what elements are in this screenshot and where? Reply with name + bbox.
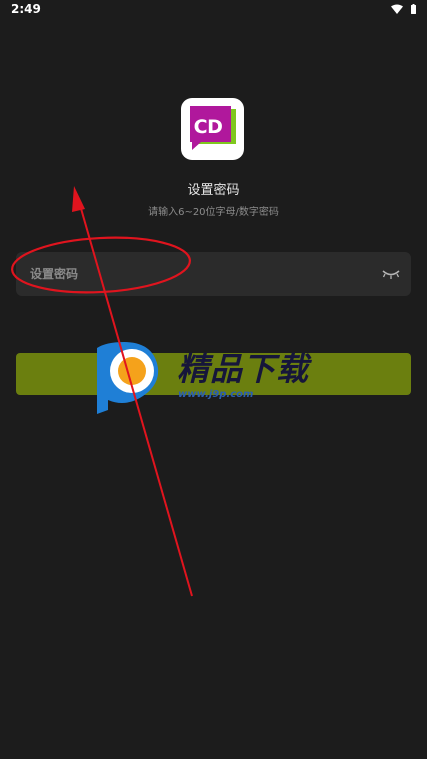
annotation-arrow-head: [72, 186, 85, 212]
annotation-arrow-line: [77, 197, 193, 597]
annotation-ellipse: [11, 236, 191, 294]
red-annotation-overlay: [11, 186, 193, 597]
